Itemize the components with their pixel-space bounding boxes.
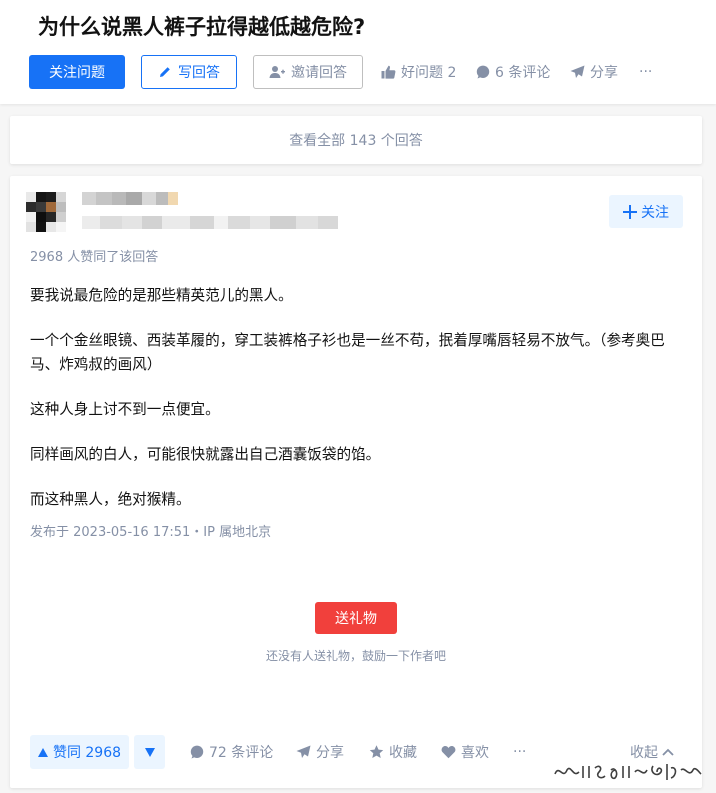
- answer-card: 关注 2968 人赞同了该回答 要我说最危险的是那些精英范儿的黑人。 一个个金丝…: [10, 176, 702, 788]
- question-comments-label: 6 条评论: [495, 65, 551, 81]
- send-gift-button[interactable]: 送礼物: [315, 602, 397, 634]
- answer-paragraph: 一个个金丝眼镜、西装革履的，穿工装裤格子衫也是一丝不苟，抿着厚嘴唇轻易不放气。（…: [30, 332, 665, 373]
- triangle-up-icon: [37, 747, 48, 757]
- author-bio: [82, 216, 338, 229]
- question-header: 为什么说黑人裤子拉得越低越危险? 关注问题 写回答 邀请回答 好问题 2 6 条…: [0, 0, 716, 104]
- comment-icon: [190, 745, 204, 759]
- follow-question-button[interactable]: 关注问题: [29, 55, 125, 89]
- view-all-answers-link[interactable]: 查看全部 143 个回答: [10, 116, 702, 164]
- pencil-icon: [158, 65, 172, 79]
- follow-author-label: 关注: [641, 204, 669, 221]
- answer-paragraph: 这种人身上讨不到一点便宜。: [30, 401, 220, 418]
- comment-icon: [476, 65, 490, 79]
- publish-time[interactable]: 发布于 2023-05-16 17:51・IP 属地北京: [30, 521, 271, 540]
- invite-answer-label: 邀请回答: [291, 65, 347, 81]
- author-name[interactable]: [82, 192, 178, 205]
- answer-content: 要我说最危险的是那些精英范儿的黑人。 一个个金丝眼镜、西装革履的，穿工装裤格子衫…: [30, 284, 690, 533]
- favorite-button[interactable]: 收藏: [369, 735, 417, 769]
- good-question-label: 好问题 2: [401, 65, 457, 81]
- heart-icon: [441, 745, 456, 759]
- thumbs-up-icon: [381, 65, 396, 79]
- invite-answer-button[interactable]: 邀请回答: [253, 55, 363, 89]
- paper-plane-icon: [296, 745, 311, 759]
- answer-share-button[interactable]: 分享: [296, 735, 344, 769]
- add-user-icon: [269, 65, 285, 79]
- upvote-summary: 2968 人赞同了该回答: [30, 250, 159, 265]
- downvote-button[interactable]: [134, 735, 165, 769]
- follow-author-button[interactable]: 关注: [609, 195, 683, 228]
- question-share-label: 分享: [590, 65, 618, 81]
- question-title: 为什么说黑人裤子拉得越低越危险?: [38, 15, 366, 39]
- triangle-down-icon: [144, 747, 155, 757]
- follow-question-label: 关注问题: [49, 65, 105, 81]
- answer-more-button[interactable]: ···: [513, 735, 526, 769]
- write-answer-button[interactable]: 写回答: [141, 55, 237, 89]
- question-share-button[interactable]: 分享: [570, 55, 618, 89]
- write-answer-label: 写回答: [178, 65, 220, 81]
- like-label: 喜欢: [461, 745, 489, 761]
- question-comments-button[interactable]: 6 条评论: [476, 55, 550, 89]
- good-question-button[interactable]: 好问题 2: [381, 55, 456, 89]
- send-gift-label: 送礼物: [335, 611, 377, 627]
- paper-plane-icon: [570, 65, 585, 79]
- more-icon: ···: [639, 64, 653, 80]
- star-icon: [369, 745, 384, 759]
- answer-paragraph: 同样画风的白人，可能很快就露出自己酒囊饭袋的馅。: [30, 446, 381, 463]
- answer-comments-button[interactable]: 72 条评论: [190, 735, 273, 769]
- collapse-label: 收起: [630, 745, 658, 761]
- answer-paragraph: 要我说最危险的是那些精英范儿的黑人。: [30, 287, 293, 304]
- chevron-up-icon: [662, 748, 674, 756]
- upvote-label: 赞同 2968: [52, 745, 122, 761]
- plus-icon: [623, 204, 637, 219]
- upvote-button[interactable]: 赞同 2968: [30, 735, 129, 769]
- view-all-answers-card: 查看全部 143 个回答: [10, 116, 702, 164]
- more-icon: ···: [513, 744, 527, 760]
- like-button[interactable]: 喜欢: [441, 735, 489, 769]
- answer-share-label: 分享: [316, 745, 344, 761]
- gift-hint: 还没有人送礼物，鼓励一下作者吧: [265, 649, 446, 663]
- author-avatar[interactable]: [26, 192, 66, 232]
- handwritten-watermark: [553, 762, 703, 786]
- answer-paragraph: 而这种黑人，绝对猴精。: [30, 491, 191, 508]
- question-more-button[interactable]: ···: [639, 55, 652, 89]
- answer-comments-label: 72 条评论: [209, 745, 274, 761]
- favorite-label: 收藏: [389, 745, 417, 761]
